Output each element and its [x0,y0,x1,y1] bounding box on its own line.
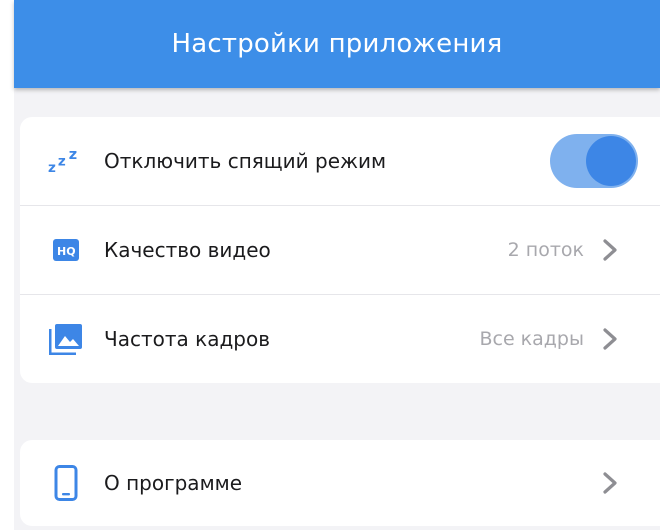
setting-value: Все кадры [479,328,584,350]
setting-frame-rate[interactable]: Частота кадров Все кадры [20,295,660,383]
chevron-right-icon [603,239,617,261]
svg-text:z: z [48,160,56,176]
setting-value: 2 поток [507,239,584,261]
setting-video-quality[interactable]: HQ Качество видео 2 поток [20,206,660,294]
svg-text:z: z [58,154,66,170]
app-header: Настройки приложения [14,0,660,88]
setting-label: Отключить спящий режим [104,149,387,173]
page-title: Настройки приложения [171,29,503,59]
setting-label: Качество видео [104,238,271,262]
hq-icon: HQ [48,232,84,268]
sleep-mode-toggle[interactable] [550,134,638,188]
chevron-right-icon [603,472,617,494]
setting-about[interactable]: О программе [20,440,660,526]
left-edge [0,0,14,530]
setting-label: Частота кадров [104,327,270,351]
settings-group-main: z z z Отключить спящий режим HQ Качество… [20,117,660,383]
svg-text:z: z [69,147,77,163]
toggle-knob[interactable] [586,136,636,186]
setting-label: О программе [104,471,243,495]
image-icon [48,321,84,357]
svg-text:HQ: HQ [57,245,76,258]
settings-group-about: О программе [20,440,660,526]
setting-sleep-mode[interactable]: z z z Отключить спящий режим [20,117,660,205]
phone-icon [48,465,84,501]
settings-screen: Настройки приложения z z z Отключить спя… [0,0,660,530]
chevron-right-icon [603,328,617,350]
zzz-icon: z z z [48,143,84,179]
